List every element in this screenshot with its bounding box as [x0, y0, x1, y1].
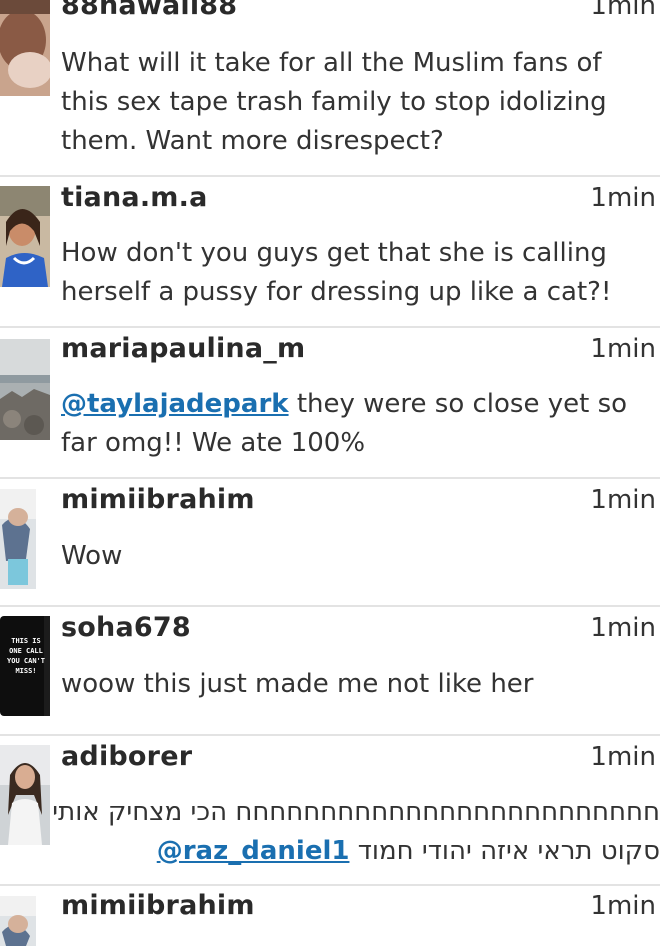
avatar[interactable]	[0, 896, 36, 946]
comment-text-line1: חחחחחחחחחחחחחחחחחחחחחחחחח הכי מצחיק אותי	[52, 797, 660, 827]
avatar[interactable]	[0, 339, 50, 440]
comment-item: adiborer 1min חחחחחחחחחחחחחחחחחחחחחחחחח …	[0, 737, 660, 885]
username[interactable]: mariapaulina_m	[61, 333, 305, 364]
timestamp: 1min	[590, 334, 656, 364]
mention-link[interactable]: @taylajadepark	[61, 389, 289, 419]
username[interactable]: tiana.m.a	[61, 182, 208, 213]
timestamp: 1min	[590, 613, 656, 643]
avatar[interactable]	[0, 0, 50, 96]
timestamp: 1min	[590, 742, 656, 772]
divider	[0, 734, 660, 736]
timestamp: 1min	[590, 891, 656, 921]
avatar[interactable]: THIS IS ONE CALL YOU CAN'T MISS!	[0, 616, 50, 716]
comment-item: mimiibrahim 1min	[0, 887, 660, 946]
divider	[0, 175, 660, 177]
avatar[interactable]	[0, 489, 36, 589]
divider	[0, 884, 660, 886]
comment-text: What will it take for all the Muslim fan…	[61, 48, 607, 156]
comment-item: 88hawaii88 1min What will it take for al…	[0, 0, 660, 176]
timestamp: 1min	[590, 0, 656, 21]
comment-item: THIS IS ONE CALL YOU CAN'T MISS! soha678…	[0, 608, 660, 734]
divider	[0, 477, 660, 479]
timestamp: 1min	[590, 485, 656, 515]
divider	[0, 326, 660, 328]
comment-text: @taylajadepark they were so close yet so…	[61, 385, 653, 463]
comment-body: סקוט תראי איזה יהודי חמוד	[357, 836, 660, 866]
comment-text: woow this just made me not like her	[61, 669, 534, 699]
comment-text-line2: סקוט תראי איזה יהודי חמוד @raz_daniel1	[40, 832, 660, 871]
comment-item: mariapaulina_m 1min @taylajadepark they …	[0, 329, 660, 477]
comment-item: mimiibrahim 1min Wow	[0, 480, 660, 605]
comment-item: tiana.m.a 1min How don't you guys get th…	[0, 178, 660, 326]
divider	[0, 605, 660, 607]
avatar-caption: THIS IS ONE CALL YOU CAN'T MISS!	[7, 637, 45, 675]
username[interactable]: adiborer	[61, 741, 192, 772]
username[interactable]: mimiibrahim	[61, 484, 255, 515]
timestamp: 1min	[590, 183, 656, 213]
comment-text: How don't you guys get that she is calli…	[61, 238, 612, 307]
comment-text: Wow	[61, 541, 123, 571]
username[interactable]: soha678	[61, 612, 191, 643]
avatar[interactable]	[0, 186, 50, 287]
username[interactable]: mimiibrahim	[61, 890, 255, 921]
username[interactable]: 88hawaii88	[61, 0, 237, 21]
mention-link[interactable]: @raz_daniel1	[157, 836, 350, 866]
